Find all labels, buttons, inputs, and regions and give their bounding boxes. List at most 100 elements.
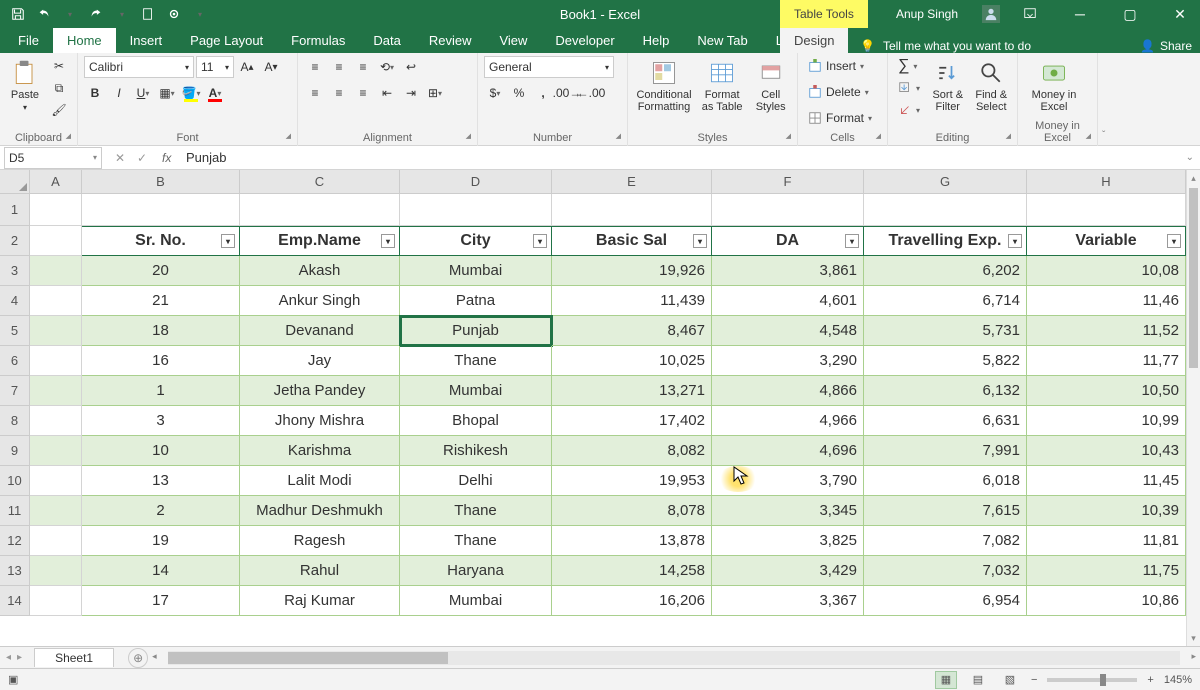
filter-dropdown-icon[interactable]: ▾ [221,234,235,248]
table-cell[interactable]: 20 [82,256,240,286]
table-cell[interactable]: 1 [82,376,240,406]
filter-dropdown-icon[interactable]: ▾ [1167,234,1181,248]
save-icon[interactable] [6,2,30,26]
cell[interactable] [30,496,82,526]
cell[interactable] [30,586,82,616]
expand-formula-bar-icon[interactable]: ⌄ [1180,152,1200,163]
user-avatar-icon[interactable] [982,5,1000,23]
filter-dropdown-icon[interactable]: ▾ [845,234,859,248]
table-header-cell[interactable]: DA▾ [712,226,864,256]
redo-dropdown[interactable] [110,2,134,26]
table-cell[interactable]: 17,402 [552,406,712,436]
row-header-8[interactable]: 8 [0,406,30,436]
cell[interactable] [30,346,82,376]
copy-icon[interactable]: ⧉ [48,77,70,99]
qat-customize-dropdown[interactable] [188,2,212,26]
table-cell[interactable]: 8,467 [552,316,712,346]
table-header-cell[interactable]: Travelling Exp.▾ [864,226,1027,256]
decrease-decimal-icon[interactable]: ←.00 [580,82,602,104]
table-cell[interactable]: 5,822 [864,346,1027,376]
table-cell[interactable]: 4,601 [712,286,864,316]
zoom-out-button[interactable]: − [1031,674,1037,686]
row-header-7[interactable]: 7 [0,376,30,406]
collapse-ribbon-icon[interactable]: ˇ [1098,53,1109,145]
align-middle-icon[interactable]: ≡ [328,56,350,78]
cell[interactable] [30,466,82,496]
fill-color-button[interactable]: 🪣 [180,82,202,104]
orientation-icon[interactable]: ⟲ [376,56,398,78]
table-cell[interactable]: Haryana [400,556,552,586]
format-painter-icon[interactable]: 🖌 [48,99,70,121]
zoom-in-button[interactable]: + [1147,674,1153,686]
undo-icon[interactable] [32,2,56,26]
row-header-14[interactable]: 14 [0,586,30,616]
table-cell[interactable]: Thane [400,346,552,376]
table-cell[interactable]: 13 [82,466,240,496]
table-cell[interactable]: 8,082 [552,436,712,466]
filter-dropdown-icon[interactable]: ▾ [533,234,547,248]
table-cell[interactable]: 4,548 [712,316,864,346]
table-cell[interactable]: 10,39 [1027,496,1186,526]
border-button[interactable]: ▦ [156,82,178,104]
increase-decimal-icon[interactable]: .00→ [556,82,578,104]
table-cell[interactable]: Patna [400,286,552,316]
cell[interactable] [552,194,712,226]
table-cell[interactable]: 2 [82,496,240,526]
table-cell[interactable]: 4,966 [712,406,864,436]
table-cell[interactable]: Ankur Singh [240,286,400,316]
row-header-10[interactable]: 10 [0,466,30,496]
table-header-cell[interactable]: Emp.Name▾ [240,226,400,256]
cell[interactable] [30,226,82,256]
table-cell[interactable]: 14,258 [552,556,712,586]
undo-dropdown[interactable] [58,2,82,26]
tab-home[interactable]: Home [53,28,116,53]
table-cell[interactable]: 18 [82,316,240,346]
table-header-cell[interactable]: Basic Sal▾ [552,226,712,256]
table-cell[interactable]: 16 [82,346,240,376]
tab-page-layout[interactable]: Page Layout [176,28,277,53]
sheet-nav[interactable]: ◂▸ [0,652,28,663]
row-header-1[interactable]: 1 [0,194,30,226]
clear-button[interactable] [894,99,924,121]
select-all-corner[interactable] [0,170,30,194]
column-header-E[interactable]: E [552,170,712,194]
cell[interactable] [30,316,82,346]
merge-center-icon[interactable]: ⊞ [424,82,446,104]
table-cell[interactable]: Raj Kumar [240,586,400,616]
font-size-select[interactable]: 11▾ [196,56,234,78]
table-cell[interactable]: 11,52 [1027,316,1186,346]
format-cells-button[interactable]: Format [804,107,876,129]
conditional-formatting-button[interactable]: Conditional Formatting [634,55,694,113]
table-cell[interactable]: 13,878 [552,526,712,556]
table-cell[interactable]: 17 [82,586,240,616]
align-center-icon[interactable]: ≡ [328,82,350,104]
table-cell[interactable]: 11,46 [1027,286,1186,316]
column-header-G[interactable]: G [864,170,1027,194]
cell[interactable] [30,526,82,556]
table-cell[interactable]: 7,615 [864,496,1027,526]
column-header-H[interactable]: H [1027,170,1186,194]
tab-file[interactable]: File [4,28,53,53]
table-cell[interactable]: 10,43 [1027,436,1186,466]
table-cell[interactable]: 3,367 [712,586,864,616]
table-header-cell[interactable]: Sr. No.▾ [82,226,240,256]
wrap-text-icon[interactable]: ↩ [400,56,422,78]
autosum-button[interactable]: ∑ [894,55,924,77]
table-header-cell[interactable]: City▾ [400,226,552,256]
table-cell[interactable]: Ragesh [240,526,400,556]
tab-formulas[interactable]: Formulas [277,28,359,53]
format-as-table-button[interactable]: Format as Table [698,55,746,113]
cell[interactable] [30,406,82,436]
touch-icon[interactable] [162,2,186,26]
table-cell[interactable]: Rishikesh [400,436,552,466]
table-cell[interactable]: 6,202 [864,256,1027,286]
table-cell[interactable]: Karishma [240,436,400,466]
percent-format-icon[interactable]: % [508,82,530,104]
cell[interactable] [30,194,82,226]
tell-me-search[interactable]: 💡 Tell me what you want to do [860,39,1031,53]
row-header-4[interactable]: 4 [0,286,30,316]
bold-button[interactable]: B [84,82,106,104]
row-header-5[interactable]: 5 [0,316,30,346]
table-cell[interactable]: Punjab [400,316,552,346]
cell[interactable] [1027,194,1186,226]
